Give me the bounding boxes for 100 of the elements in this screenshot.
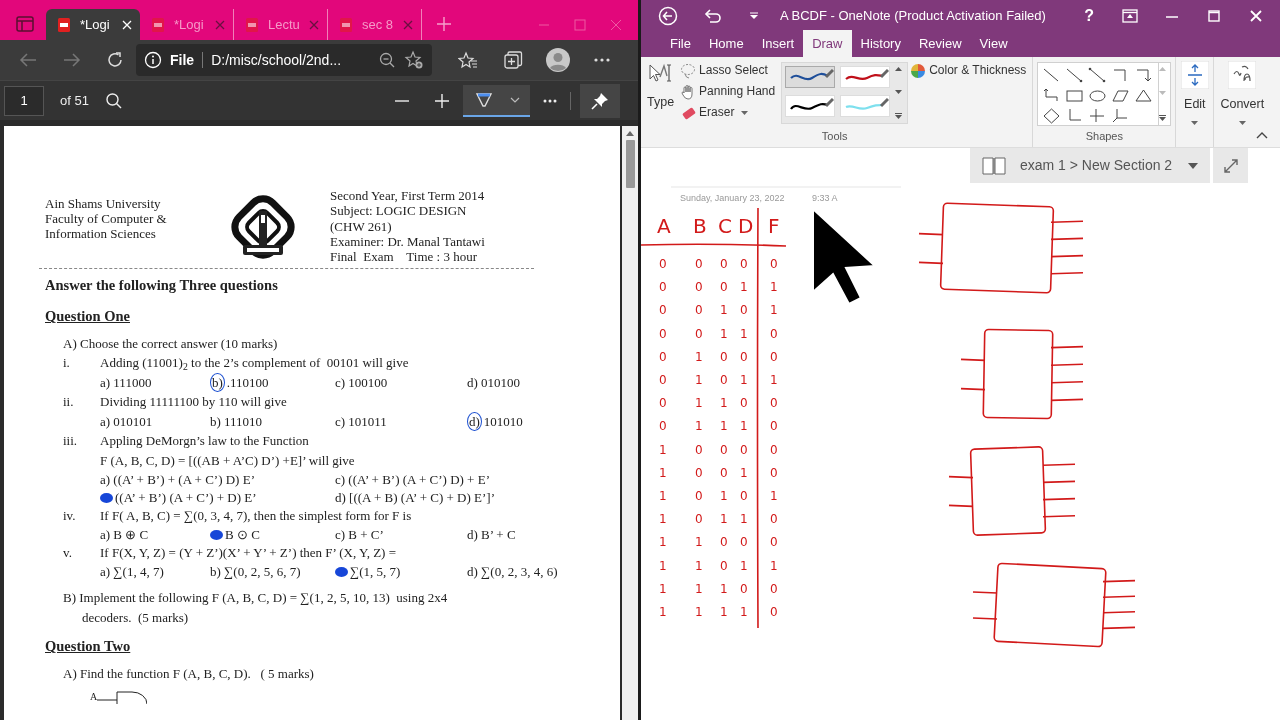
caret-icon [1238, 120, 1246, 125]
scroll-down-icon[interactable] [895, 90, 903, 94]
zoom-in-icon[interactable] [434, 92, 450, 109]
favorites-icon[interactable] [458, 51, 478, 69]
gallery-more-icon[interactable] [895, 113, 903, 119]
expand-icon [1223, 158, 1238, 173]
color-thickness-button[interactable]: Color & Thickness [908, 60, 1029, 81]
answer-option: d) ∑(0, 2, 3, 4, 6) [467, 563, 558, 581]
column-heading: A [657, 216, 671, 236]
truth-table-cell: 0 [770, 606, 778, 618]
question-text: A) Find the function F (A, B, C, D). ( 5 marks) [63, 665, 315, 684]
truth-table-cell: 1 [720, 606, 728, 618]
address-bar[interactable]: File D:/misc/school/2nd... [136, 44, 432, 76]
undo-icon[interactable] [704, 8, 722, 24]
group-label: Tools [820, 128, 849, 144]
truth-table-cell: 1 [695, 397, 703, 410]
browser-tab[interactable]: *Logi [46, 9, 140, 40]
convert-button[interactable]: Convert [1215, 57, 1270, 129]
pen-icon [475, 90, 493, 109]
ribbon-tab[interactable]: File [661, 29, 700, 57]
truth-table-cell: 0 [740, 443, 748, 456]
truth-table-cell: 1 [770, 281, 778, 294]
group-label: Shapes [1084, 128, 1124, 144]
truth-table-cell: 0 [770, 582, 778, 595]
tab-actions-icon[interactable] [16, 16, 34, 32]
page-date: Sunday, January 23, 2022 [680, 192, 785, 205]
truth-table-cell: 1 [720, 397, 728, 410]
diamond-shape-icon[interactable] [1042, 107, 1062, 124]
truth-table-cell: 0 [770, 466, 778, 479]
customize-toolbar-icon[interactable] [750, 12, 758, 20]
more-icon[interactable] [543, 98, 557, 103]
pen-swatch[interactable] [785, 66, 836, 88]
zoom-out-icon[interactable] [378, 51, 396, 69]
refresh-icon[interactable] [106, 51, 124, 69]
ribbon-tab[interactable]: Review [909, 29, 971, 57]
truth-table-cell: 1 [770, 559, 778, 572]
truth-table-cell: 1 [740, 466, 748, 479]
arrow-shape-icon[interactable] [1065, 67, 1085, 84]
item-numeral: v. [63, 544, 73, 563]
truth-table-cell: 1 [659, 582, 667, 595]
header-text: Faculty of Computer & [45, 211, 168, 226]
question-text: If F(X, Y, Z) = (Y + Z’)(X’ + Y’ + Z’) then F’ (X, Y, Z) = [100, 544, 396, 563]
truth-table-cell: 0 [770, 350, 778, 363]
answer-option: c) B + C’ [335, 526, 384, 544]
search-icon[interactable] [104, 91, 123, 110]
tool-button[interactable]: Eraser [678, 102, 778, 123]
tool-button[interactable]: Panning Hand [678, 81, 778, 102]
scrollbar-thumb[interactable] [625, 140, 635, 188]
collapse-ribbon-icon[interactable] [1256, 132, 1268, 139]
truth-table-cell: 0 [720, 466, 728, 479]
double-arrow-shape-icon[interactable] [1088, 67, 1108, 84]
question-text: decoders. (5 marks) [82, 609, 190, 628]
tool-button[interactable]: Lasso Select [678, 60, 778, 81]
question-text: Adding (11001)$_{2}$ to the 2’s complement of 00101 will give [100, 354, 409, 373]
truth-table-cell: 1 [770, 490, 778, 502]
triangle-shape-icon[interactable] [1134, 87, 1154, 104]
expand-button[interactable] [1213, 148, 1248, 183]
edit-button[interactable]: Edit [1175, 57, 1214, 129]
item-numeral: ii. [63, 393, 75, 412]
scroll-up-icon[interactable] [895, 67, 903, 71]
gallery-more-icon[interactable] [1159, 115, 1167, 121]
more-icon[interactable] [594, 58, 610, 62]
truth-table-cell: 0 [740, 536, 748, 549]
ribbon-tab[interactable]: History [851, 29, 910, 57]
ribbon-tab[interactable]: Draw [803, 29, 852, 57]
truth-table-cell: 1 [740, 374, 748, 386]
ribbon-tab[interactable]: Home [699, 29, 753, 57]
ellipse-shape-icon[interactable] [1088, 87, 1108, 104]
collections-icon[interactable] [503, 50, 523, 70]
help-button[interactable]: ? [1084, 4, 1094, 28]
truth-table-cell: 0 [770, 513, 778, 526]
ribbon-tab[interactable]: Insert [752, 29, 804, 57]
draw-button[interactable] [463, 84, 530, 117]
scrollbar[interactable] [622, 126, 638, 720]
profile-avatar-icon[interactable] [546, 48, 570, 72]
truth-table-cell: 0 [770, 258, 778, 270]
option-text: B ⊙ C [225, 526, 260, 544]
answer-option: d) B’ + C [467, 526, 516, 544]
site-info-label: File [170, 50, 195, 70]
full-page-view-icon[interactable] [1122, 9, 1138, 23]
ink-to-text-icon [1228, 61, 1257, 89]
truth-table-cell: 1 [720, 490, 728, 502]
truth-table-cell: 0 [720, 281, 728, 294]
notebook-path-bar[interactable]: exam 1 > New Section 2 [970, 148, 1210, 183]
answer-option: a) ∑(1, 4, 7) [100, 563, 164, 581]
truth-table-cell: 0 [740, 490, 748, 502]
truth-table-cell: 1 [740, 327, 748, 340]
parallelogram-shape-icon[interactable] [1111, 87, 1131, 104]
type-button[interactable]: Type [641, 57, 679, 124]
truth-table-cell: 0 [720, 374, 728, 386]
add-favorite-icon[interactable] [404, 50, 424, 70]
pin-button[interactable] [580, 83, 620, 118]
truth-table-cell: 1 [740, 559, 748, 572]
truth-table-cell: 1 [720, 327, 728, 340]
answer-option: d) [((A + B) (A’ + C) + D) E’]’ [335, 489, 496, 507]
ribbon-tab[interactable]: View [970, 29, 1017, 57]
forward-icon[interactable] [63, 52, 81, 68]
scroll-up-icon[interactable] [626, 130, 634, 136]
truth-table-cell: 0 [659, 281, 667, 294]
page-number-field[interactable]: 1 [4, 85, 44, 116]
